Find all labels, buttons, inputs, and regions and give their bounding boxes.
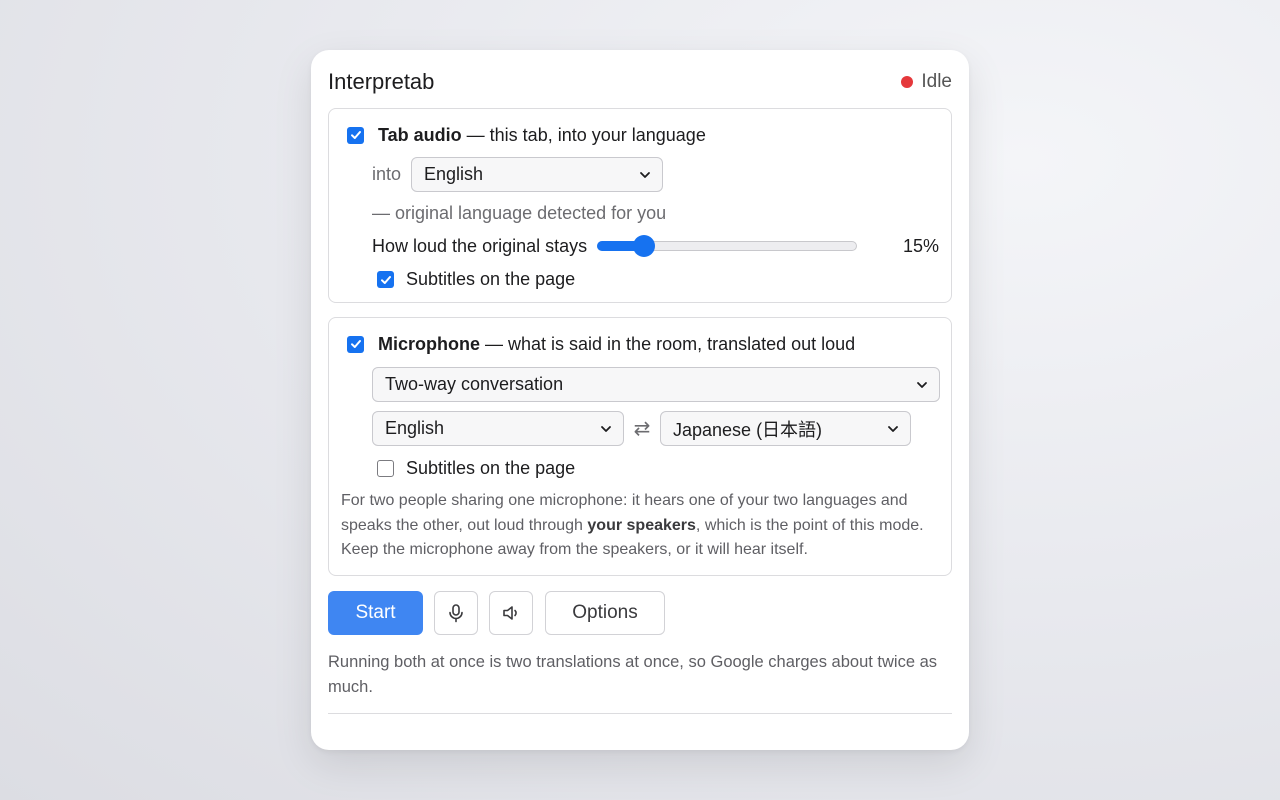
app-title: Interpretab (328, 69, 435, 94)
language-b-value: Japanese (日本語) (673, 419, 823, 440)
target-language-row: into English (372, 157, 939, 192)
microphone-title: Microphone (378, 333, 480, 354)
microphone-description: For two people sharing one microphone: i… (341, 489, 939, 563)
slider-thumb[interactable] (632, 235, 655, 257)
status-indicator: Idle (901, 71, 952, 93)
footer-divider (328, 712, 952, 714)
tab-subtitles-row: Subtitles on the page (372, 269, 939, 290)
language-pair-row: English ⇄ Japanese (日本語) (372, 411, 939, 446)
microphone-subtitle: — what is said in the room, translated o… (480, 333, 856, 354)
start-button[interactable]: Start (328, 590, 423, 635)
tab-audio-checkbox[interactable] (347, 126, 364, 144)
language-b-select[interactable]: Japanese (日本語) (660, 411, 911, 446)
mic-subtitles-checkbox[interactable] (377, 460, 394, 477)
microphone-icon (449, 603, 463, 622)
action-bar: Start Options (328, 590, 952, 635)
chevron-down-icon (640, 171, 650, 178)
chevron-down-icon (917, 381, 927, 388)
tab-audio-card: Tab audio — this tab, into your language… (328, 108, 952, 303)
swap-languages-icon[interactable]: ⇄ (624, 416, 660, 441)
popup-header: Interpretab Idle (328, 50, 952, 108)
mode-value: Two-way conversation (385, 374, 564, 394)
tab-audio-title: Tab audio (378, 124, 462, 145)
description-emphasis: your speakers (587, 516, 696, 534)
microphone-header: Microphone — what is said in the room, t… (347, 332, 939, 356)
chevron-down-icon (888, 425, 898, 432)
detect-note: — original language detected for you (372, 203, 667, 223)
options-button[interactable]: Options (545, 590, 665, 635)
mic-subtitles-label: Subtitles on the page (406, 458, 576, 478)
microphone-checkbox[interactable] (347, 335, 364, 353)
checkmark-icon (350, 131, 361, 139)
speaker-test-button[interactable] (489, 590, 533, 635)
target-language-select[interactable]: English (411, 157, 664, 192)
tab-audio-subtitle: — this tab, into your language (461, 124, 706, 145)
original-volume-label: How loud the original stays (372, 235, 588, 256)
original-volume-slider[interactable] (597, 235, 858, 257)
microphone-card: Microphone — what is said in the room, t… (328, 317, 952, 576)
tab-audio-header: Tab audio — this tab, into your language (347, 123, 939, 147)
language-a-select[interactable]: English (372, 411, 624, 446)
target-language-value: English (424, 164, 484, 184)
status-label: Idle (921, 71, 952, 92)
chevron-down-icon (601, 425, 611, 432)
speaker-icon (503, 605, 517, 620)
mode-select[interactable]: Two-way conversation (372, 367, 940, 402)
mic-subtitles-row: Subtitles on the page (372, 458, 939, 479)
into-label: into (372, 164, 402, 184)
microphone-test-button[interactable] (434, 590, 478, 635)
tab-subtitles-checkbox[interactable] (377, 271, 394, 288)
checkmark-icon (350, 340, 361, 348)
extension-popup: Interpretab Idle Tab audio — this tab, i… (311, 50, 969, 750)
checkmark-icon (380, 275, 391, 284)
tab-subtitles-label: Subtitles on the page (406, 269, 576, 289)
cost-footnote: Running both at once is two translations… (328, 652, 938, 696)
original-volume-row: How loud the original stays 15% (372, 235, 939, 257)
language-a-value: English (385, 418, 445, 438)
status-dot-icon (901, 76, 914, 88)
original-volume-value: 15% (902, 235, 939, 256)
